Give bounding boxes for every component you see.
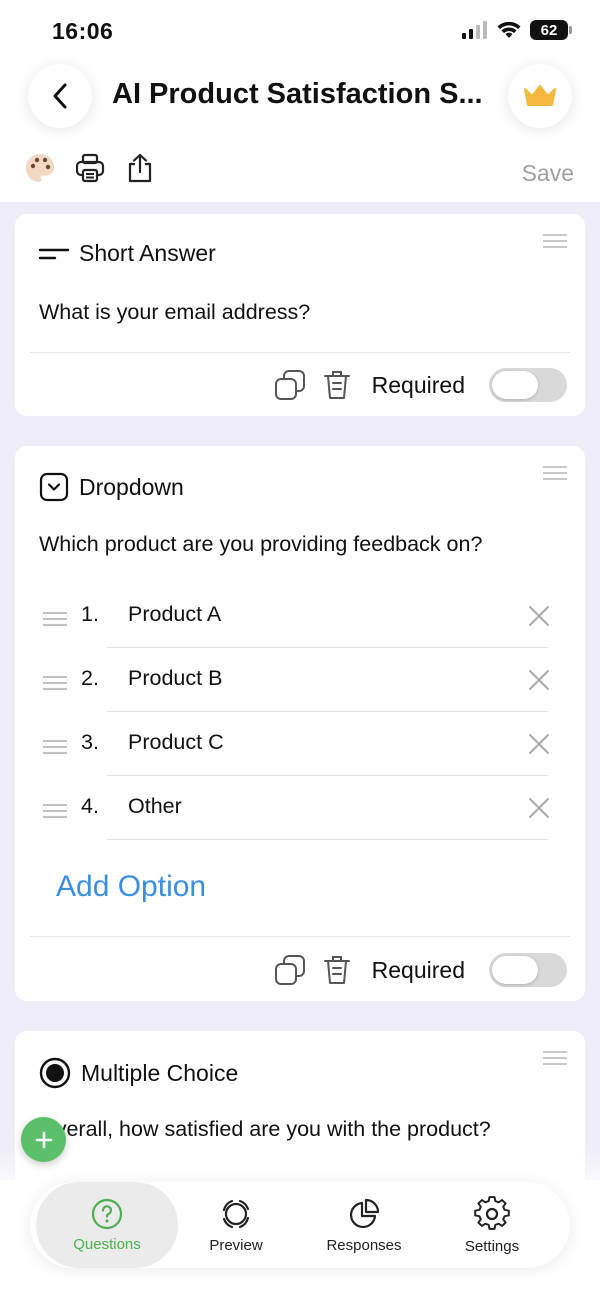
question-type: Dropdown bbox=[39, 472, 184, 502]
plus-icon bbox=[35, 1131, 52, 1148]
dropdown-icon bbox=[39, 472, 69, 502]
question-type-label: Multiple Choice bbox=[81, 1059, 239, 1086]
status-icons: 62 bbox=[462, 20, 572, 40]
page-title: AI Product Satisfaction S... bbox=[112, 78, 483, 110]
question-text[interactable]: Which product are you providing feedback… bbox=[39, 532, 482, 557]
divider bbox=[30, 352, 570, 353]
tab-bar-inner: Questions Preview Responses Settings bbox=[30, 1182, 570, 1268]
signal-icon bbox=[462, 21, 487, 39]
drag-handle-icon[interactable] bbox=[543, 466, 567, 484]
radio-icon bbox=[39, 1057, 71, 1089]
question-text[interactable]: Overall, how satisfied are you with the … bbox=[39, 1117, 491, 1142]
tab-bar: Questions Preview Responses Settings bbox=[0, 1180, 600, 1299]
printer-icon bbox=[75, 153, 105, 183]
save-button[interactable]: Save bbox=[522, 160, 574, 187]
drag-handle-icon[interactable] bbox=[543, 1051, 567, 1069]
card-footer: Required bbox=[274, 368, 567, 402]
option-row[interactable]: 4. Other bbox=[15, 776, 585, 840]
trash-icon[interactable] bbox=[322, 369, 352, 401]
option-drag-icon[interactable] bbox=[43, 740, 67, 758]
required-toggle[interactable] bbox=[489, 368, 567, 402]
remove-option-icon[interactable] bbox=[527, 668, 551, 692]
option-number: 1. bbox=[81, 602, 99, 626]
question-type: Multiple Choice bbox=[39, 1057, 238, 1089]
question-type-label: Short Answer bbox=[79, 240, 216, 266]
question-card-short-answer[interactable]: Short Answer What is your email address?… bbox=[15, 214, 585, 416]
preview-icon bbox=[222, 1199, 250, 1228]
palette-icon bbox=[26, 154, 54, 182]
status-time: 16:06 bbox=[52, 18, 114, 44]
share-icon bbox=[128, 153, 152, 183]
question-card-dropdown[interactable]: Dropdown Which product are you providing… bbox=[15, 446, 585, 1001]
card-footer: Required bbox=[274, 953, 567, 987]
remove-option-icon[interactable] bbox=[527, 604, 551, 628]
required-label: Required bbox=[371, 956, 465, 983]
print-button[interactable] bbox=[74, 152, 106, 184]
divider bbox=[30, 936, 570, 937]
tab-questions[interactable]: Questions bbox=[36, 1182, 178, 1268]
add-option-button[interactable]: Add Option bbox=[56, 870, 206, 904]
question-type: Short Answer bbox=[39, 240, 216, 267]
tab-label: Responses bbox=[326, 1236, 402, 1254]
premium-button[interactable] bbox=[508, 64, 572, 128]
back-button[interactable] bbox=[28, 64, 92, 128]
pie-chart-icon bbox=[349, 1198, 380, 1228]
option-underline bbox=[107, 839, 548, 840]
option-label[interactable]: Product B bbox=[128, 666, 222, 691]
question-list[interactable]: Short Answer What is your email address?… bbox=[0, 202, 600, 1299]
tab-label: Settings bbox=[464, 1237, 520, 1255]
trash-icon[interactable] bbox=[322, 954, 352, 986]
remove-option-icon[interactable] bbox=[527, 796, 551, 820]
option-row[interactable]: 1. Product A bbox=[15, 584, 585, 648]
add-question-button[interactable] bbox=[21, 1117, 66, 1162]
question-circle-icon bbox=[91, 1198, 123, 1229]
remove-option-icon[interactable] bbox=[527, 732, 551, 756]
palette-button[interactable] bbox=[24, 152, 56, 184]
option-drag-icon[interactable] bbox=[43, 804, 67, 822]
option-row[interactable]: 2. Product B bbox=[15, 648, 585, 712]
option-label[interactable]: Product A bbox=[128, 602, 221, 627]
drag-handle-icon[interactable] bbox=[543, 234, 567, 252]
option-number: 2. bbox=[81, 666, 99, 690]
battery-indicator: 62 bbox=[530, 20, 572, 40]
status-bar: 16:06 62 bbox=[0, 0, 600, 62]
duplicate-icon[interactable] bbox=[274, 954, 306, 986]
question-text[interactable]: What is your email address? bbox=[39, 300, 310, 325]
short-answer-icon bbox=[39, 248, 69, 259]
tab-label: Questions bbox=[73, 1235, 141, 1253]
option-number: 3. bbox=[81, 730, 99, 754]
duplicate-icon[interactable] bbox=[274, 369, 306, 401]
required-label: Required bbox=[371, 371, 465, 398]
tab-label: Preview bbox=[209, 1236, 263, 1254]
share-button[interactable] bbox=[124, 152, 156, 184]
required-toggle[interactable] bbox=[489, 953, 567, 987]
option-drag-icon[interactable] bbox=[43, 612, 67, 630]
option-row[interactable]: 3. Product C bbox=[15, 712, 585, 776]
toolbar bbox=[24, 152, 156, 184]
option-number: 4. bbox=[81, 794, 99, 818]
question-type-label: Dropdown bbox=[79, 473, 184, 500]
chevron-left-icon bbox=[53, 83, 67, 109]
tab-responses[interactable]: Responses bbox=[314, 1182, 414, 1268]
header: AI Product Satisfaction S... Save bbox=[0, 62, 600, 202]
option-label[interactable]: Other bbox=[128, 794, 182, 819]
tab-preview[interactable]: Preview bbox=[186, 1182, 286, 1268]
wifi-icon bbox=[497, 21, 521, 38]
crown-icon bbox=[524, 85, 556, 106]
tab-settings[interactable]: Settings bbox=[442, 1182, 542, 1268]
option-label[interactable]: Product C bbox=[128, 730, 224, 755]
gear-icon bbox=[474, 1195, 510, 1230]
option-drag-icon[interactable] bbox=[43, 676, 67, 694]
